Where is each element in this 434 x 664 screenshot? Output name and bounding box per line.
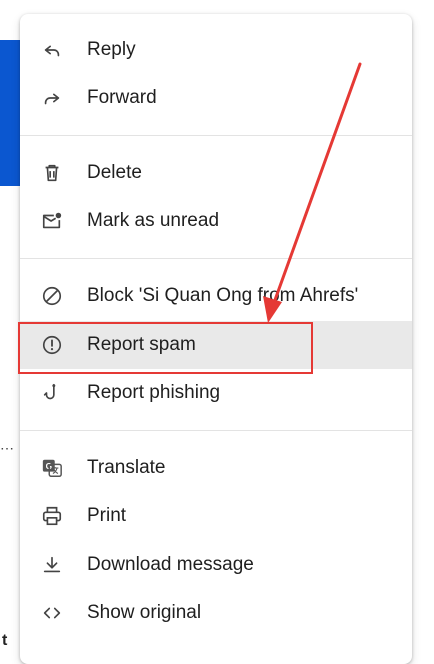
menu-item-label: Block 'Si Quan Ong from Ahrefs' [87,285,359,306]
menu-item-delete[interactable]: Delete [20,149,412,197]
background-dots: ⋯ [0,440,14,456]
translate-icon: G [40,456,64,480]
menu-item-translate[interactable]: G Translate [20,444,412,492]
menu-item-mark-unread[interactable]: Mark as unread [20,197,412,245]
forward-icon [40,86,64,110]
menu-item-block-sender[interactable]: Block 'Si Quan Ong from Ahrefs' [20,272,412,320]
menu-divider [20,135,412,136]
menu-divider [20,258,412,259]
menu-divider [20,430,412,431]
menu-item-label: Forward [87,87,157,108]
menu-item-print[interactable]: Print [20,492,412,540]
annotation-highlight-box [18,322,313,374]
reply-icon [40,38,64,62]
menu-item-reply[interactable]: Reply [20,26,412,74]
block-icon [40,284,64,308]
menu-item-forward[interactable]: Forward [20,74,412,122]
mark-unread-icon [40,209,64,233]
menu-item-download-message[interactable]: Download message [20,541,412,589]
download-icon [40,553,64,577]
trash-icon [40,161,64,185]
menu-item-label: Translate [87,457,166,478]
background-partial-text: t [2,632,8,649]
menu-item-label: Mark as unread [87,210,220,231]
menu-item-label: Print [87,505,127,526]
background-blue-strip [0,40,22,186]
menu-item-show-original[interactable]: Show original [20,589,412,637]
menu-item-label: Delete [87,162,142,183]
menu-item-label: Reply [87,39,136,60]
menu-item-label: Download message [87,554,254,575]
print-icon [40,504,64,528]
menu-item-report-phishing[interactable]: Report phishing [20,369,412,417]
phishing-hook-icon [40,381,64,405]
menu-item-label: Show original [87,602,202,623]
menu-item-label: Report phishing [87,382,221,403]
code-icon [40,601,64,625]
